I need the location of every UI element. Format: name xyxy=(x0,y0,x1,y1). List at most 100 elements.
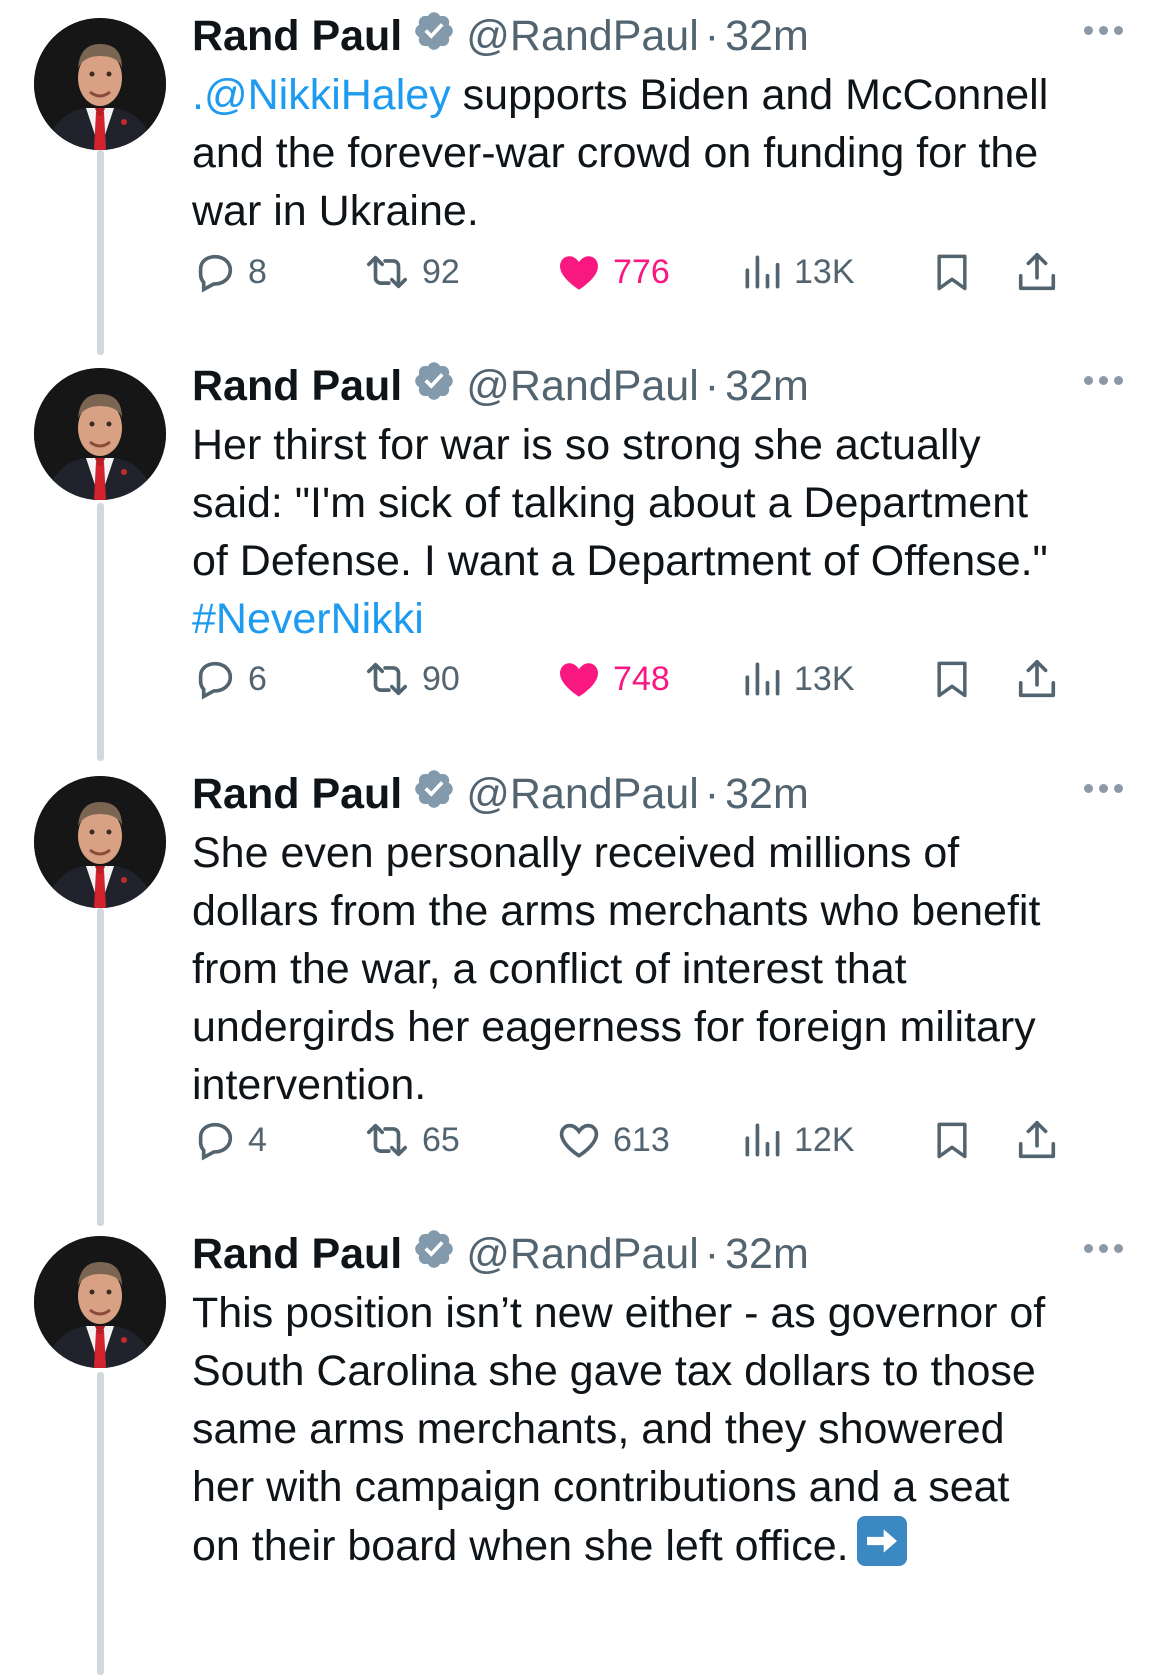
mention-link[interactable]: .@NikkiHaley xyxy=(192,71,451,119)
tweet-text-line: She even personally received millions of xyxy=(192,824,1122,882)
share-button[interactable] xyxy=(1014,1116,1060,1164)
views-count: 13K xyxy=(794,252,855,291)
reply-icon xyxy=(192,656,238,702)
tweet[interactable]: Rand Paul @RandPaul · 32m Her thirst for war… xyxy=(0,362,1169,722)
more-options-icon[interactable] xyxy=(1084,376,1123,385)
tweet-text-line: war in Ukraine. xyxy=(192,182,1122,240)
author-avatar[interactable] xyxy=(34,368,166,500)
text-segment: said: "I'm sick of talking about a Depar… xyxy=(192,479,1029,527)
views-button[interactable]: 13K xyxy=(740,248,855,296)
more-options-icon[interactable] xyxy=(1084,1244,1123,1253)
reply-button[interactable]: 4 xyxy=(192,1116,267,1164)
reply-button[interactable]: 8 xyxy=(192,248,267,296)
repost-icon xyxy=(362,656,412,702)
author-handle[interactable]: @RandPaul xyxy=(466,1230,699,1279)
tweet-text: She even personally received millions of… xyxy=(192,824,1122,1114)
tweet-actions: 6 90 748 13K xyxy=(192,655,1132,703)
tweet-text: Her thirst for war is so strong she actu… xyxy=(192,416,1122,648)
more-options-icon[interactable] xyxy=(1084,26,1123,35)
tweet-text-line: same arms merchants, and they showered xyxy=(192,1400,1122,1458)
tweet-header: Rand Paul @RandPaul · 32m xyxy=(192,770,809,818)
tweet-header: Rand Paul @RandPaul · 32m xyxy=(192,12,809,60)
bookmark-button[interactable] xyxy=(930,655,974,703)
author-name[interactable]: Rand Paul xyxy=(192,12,402,61)
views-count: 12K xyxy=(794,1120,855,1159)
reply-count: 6 xyxy=(248,659,267,698)
header-separator: · xyxy=(704,769,720,818)
hashtag-link[interactable]: #NeverNikki xyxy=(192,595,424,643)
share-icon xyxy=(1014,1116,1060,1164)
text-segment: her with campaign contributions and a se… xyxy=(192,1463,1010,1511)
share-button[interactable] xyxy=(1014,655,1060,703)
bookmark-button[interactable] xyxy=(930,1116,974,1164)
author-avatar[interactable] xyxy=(34,776,166,908)
tweet-text-line: her with campaign contributions and a se… xyxy=(192,1458,1122,1516)
tweet-text-line: This position isn’t new either - as gove… xyxy=(192,1284,1122,1342)
bookmark-button[interactable] xyxy=(930,248,974,296)
reply-icon xyxy=(192,249,238,295)
text-segment: intervention. xyxy=(192,1061,427,1109)
tweet-timestamp[interactable]: 32m xyxy=(725,12,809,61)
text-segment: same arms merchants, and they showered xyxy=(192,1405,1005,1453)
like-button[interactable]: 748 xyxy=(555,655,670,703)
tweet-text-line: and the forever-war crowd on funding for… xyxy=(192,124,1122,182)
like-button[interactable]: 776 xyxy=(555,248,670,296)
text-segment: of Defense. I want a Department of Offen… xyxy=(192,537,1048,585)
views-button[interactable]: 12K xyxy=(740,1116,855,1164)
text-segment: She even personally received millions of xyxy=(192,829,960,877)
share-icon xyxy=(1014,655,1060,703)
tweet-text-line: said: "I'm sick of talking about a Depar… xyxy=(192,474,1122,532)
author-avatar[interactable] xyxy=(34,1236,166,1368)
repost-button[interactable]: 90 xyxy=(362,655,460,703)
text-segment: dollars from the arms merchants who bene… xyxy=(192,887,1041,935)
repost-button[interactable]: 92 xyxy=(362,248,460,296)
views-count: 13K xyxy=(794,659,855,698)
author-handle[interactable]: @RandPaul xyxy=(466,362,699,411)
bookmark-icon xyxy=(930,655,974,703)
reply-count: 4 xyxy=(248,1120,267,1159)
more-options-icon[interactable] xyxy=(1084,784,1123,793)
tweet[interactable]: Rand Paul @RandPaul · 32m This position isn’… xyxy=(0,1230,1169,1590)
tweet[interactable]: Rand Paul @RandPaul · 32m She even personall… xyxy=(0,770,1169,1161)
repost-icon xyxy=(362,249,412,295)
text-segment: war in Ukraine. xyxy=(192,187,479,235)
repost-button[interactable]: 65 xyxy=(362,1116,460,1164)
views-icon xyxy=(740,1117,784,1163)
reply-button[interactable]: 6 xyxy=(192,655,267,703)
views-button[interactable]: 13K xyxy=(740,655,855,703)
author-name[interactable]: Rand Paul xyxy=(192,1230,402,1279)
tweet-timestamp[interactable]: 32m xyxy=(725,1230,809,1279)
verified-badge-icon xyxy=(402,767,466,822)
like-button[interactable]: 613 xyxy=(555,1116,670,1164)
like-icon xyxy=(555,656,603,702)
tweet-timestamp[interactable]: 32m xyxy=(725,770,809,819)
author-name[interactable]: Rand Paul xyxy=(192,770,402,819)
share-icon xyxy=(1014,248,1060,296)
tweet-text-line: South Carolina she gave tax dollars to t… xyxy=(192,1342,1122,1400)
tweet-text-line: undergirds her eagerness for foreign mil… xyxy=(192,998,1122,1056)
like-icon xyxy=(555,249,603,295)
author-avatar[interactable] xyxy=(34,18,166,150)
tweet[interactable]: Rand Paul @RandPaul · 32m .@NikkiHaley suppo… xyxy=(0,12,1169,372)
views-icon xyxy=(740,249,784,295)
tweet-actions: 8 92 776 13K xyxy=(192,248,1132,296)
like-count: 748 xyxy=(613,659,670,698)
tweet-text-line: Her thirst for war is so strong she actu… xyxy=(192,416,1122,474)
share-button[interactable] xyxy=(1014,248,1060,296)
repost-icon xyxy=(362,1117,412,1163)
tweet-header: Rand Paul @RandPaul · 32m xyxy=(192,1230,809,1278)
text-segment: on their board when she left office. xyxy=(192,1522,849,1570)
header-separator: · xyxy=(704,1229,720,1278)
text-segment: from the war, a conflict of interest tha… xyxy=(192,945,907,993)
tweet-text-line: .@NikkiHaley supports Biden and McConnel… xyxy=(192,66,1122,124)
reply-icon xyxy=(192,1117,238,1163)
tweet-text-line: from the war, a conflict of interest tha… xyxy=(192,940,1122,998)
tweet-text: This position isn’t new either - as gove… xyxy=(192,1284,1122,1575)
like-count: 776 xyxy=(613,252,670,291)
author-name[interactable]: Rand Paul xyxy=(192,362,402,411)
tweet-timestamp[interactable]: 32m xyxy=(725,362,809,411)
text-segment: undergirds her eagerness for foreign mil… xyxy=(192,1003,1036,1051)
author-handle[interactable]: @RandPaul xyxy=(466,12,699,61)
bookmark-icon xyxy=(930,248,974,296)
author-handle[interactable]: @RandPaul xyxy=(466,770,699,819)
